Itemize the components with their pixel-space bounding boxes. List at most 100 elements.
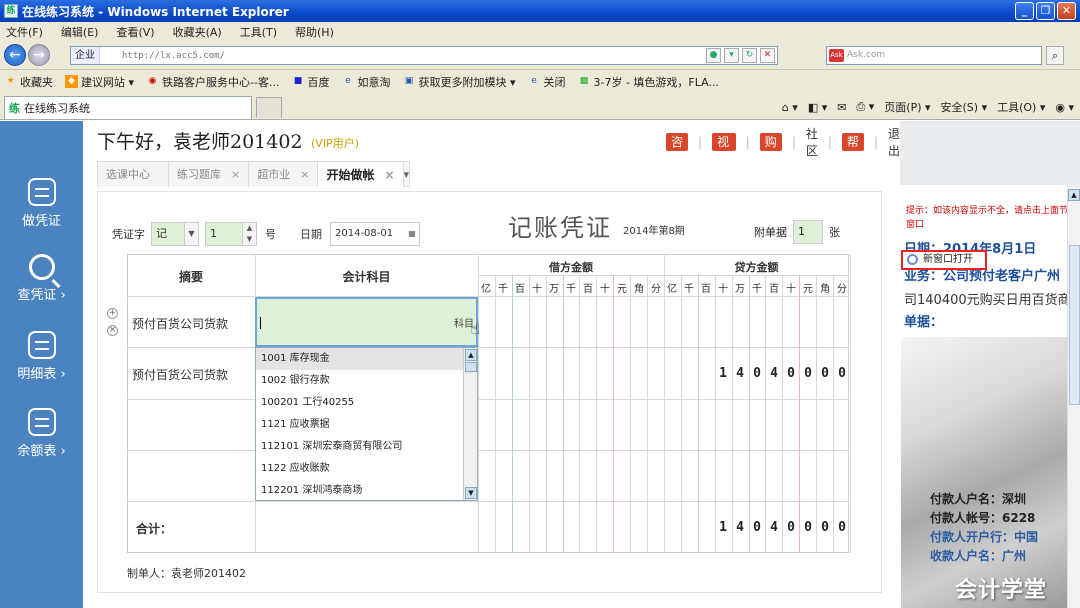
digit-header: 千 xyxy=(498,284,508,295)
menu-favorites[interactable]: 收藏夹(A) xyxy=(173,24,222,40)
close-icon[interactable]: × xyxy=(384,168,394,182)
dropdown-scrollbar[interactable]: ▲ ▼ xyxy=(463,348,477,500)
close-icon[interactable]: × xyxy=(300,168,309,181)
dropdown-icon[interactable]: ▾ xyxy=(724,48,739,63)
search-input[interactable]: Ask Ask.com xyxy=(826,46,1042,65)
scroll-down-icon[interactable]: ▼ xyxy=(465,487,477,499)
calendar-icon[interactable]: ▦ xyxy=(405,223,419,245)
print-icon[interactable]: ⎙ ▾ xyxy=(856,100,874,114)
dropdown-option[interactable]: 1122 应收账款 xyxy=(256,458,464,480)
account-edit-cell[interactable]: 科目 ☝ xyxy=(255,297,480,347)
grid-digit-line xyxy=(749,275,750,553)
account-dropdown[interactable]: 1001 库存现金 1002 银行存款 100201 工行40255 1121 … xyxy=(255,347,478,501)
fav-suggested-sites[interactable]: ◆ 建议网站 ▾ xyxy=(65,74,134,90)
support-button[interactable]: 咨询客服 xyxy=(666,133,689,197)
menu-help[interactable]: 帮助(H) xyxy=(295,24,334,40)
fav-baidu[interactable]: ■ 百度 xyxy=(291,74,330,90)
dropdown-option[interactable]: 1001 库存现金 xyxy=(256,348,464,370)
col-summary-header: 摘要 xyxy=(178,270,203,284)
sidebar-item-make-voucher[interactable]: 做凭证 xyxy=(0,178,83,229)
sidebar-item-query-voucher[interactable]: 查凭证 › xyxy=(0,254,83,303)
row1-summary[interactable]: 预付百货公司货款 xyxy=(132,315,228,332)
address-field[interactable]: 企业 http://lx.acc5.com/ ● ▾ ↻ ✕ xyxy=(70,46,778,65)
search-icon[interactable]: ⌕ xyxy=(1046,46,1064,65)
attachment-count: 附单据 1 张 xyxy=(754,220,840,244)
row2-credit-digit: 0 xyxy=(821,366,829,381)
refresh-icon[interactable]: ↻ xyxy=(742,48,757,63)
fav-game[interactable]: ▩ 3-7岁 - 填色游戏，FLA... xyxy=(578,74,719,90)
dropdown-option[interactable]: 1002 银行存款 xyxy=(256,370,464,392)
tab-question-bank[interactable]: 练习题库 × xyxy=(168,161,250,187)
minimize-button[interactable]: _ xyxy=(1015,2,1034,20)
fav-addons[interactable]: ▣ 获取更多附加模块 ▾ xyxy=(402,74,516,90)
dropdown-option[interactable]: 112201 深圳鸿泰商场 xyxy=(256,480,464,500)
home-icon[interactable]: ⌂ ▾ xyxy=(782,101,798,114)
stop-icon[interactable]: ✕ xyxy=(760,48,775,63)
voucher-word-select[interactable]: 记 ▼ xyxy=(151,222,199,246)
back-button[interactable]: ← xyxy=(4,44,26,66)
menu-file[interactable]: 文件(F) xyxy=(6,24,43,40)
menu-edit[interactable]: 编辑(E) xyxy=(61,24,99,40)
total-credit-digit: 0 xyxy=(787,520,795,535)
fav-close[interactable]: e 关闭 xyxy=(528,74,565,90)
voucher-title: 记账凭证 xyxy=(508,214,612,242)
col-account-header: 会计科目 xyxy=(342,270,391,284)
new-tab-button[interactable] xyxy=(256,97,282,118)
total-credit-digit: 4 xyxy=(736,520,744,535)
right-panel-scrollbar[interactable]: ▲ xyxy=(1067,185,1080,608)
logout-link[interactable]: 退出 xyxy=(888,125,900,159)
open-new-window-button[interactable]: 新窗口打开 xyxy=(901,250,987,270)
zone-selector[interactable]: 企业 xyxy=(71,47,100,64)
tab-supermarket[interactable]: 超市业 × xyxy=(248,161,319,187)
page-menu[interactable]: 页面(P) ▾ xyxy=(884,99,930,115)
mail-icon[interactable]: ✉ xyxy=(837,101,846,114)
fav-ruyitao[interactable]: e 如意淘 xyxy=(341,74,390,90)
grid-digit-line xyxy=(664,254,665,553)
digit-header: 角 xyxy=(820,284,830,295)
community-link[interactable]: 社区 xyxy=(806,125,818,159)
browser-tab[interactable]: 练 在线练习系统 xyxy=(4,96,252,119)
add-row-icon[interactable]: + xyxy=(107,308,118,319)
dropdown-option[interactable]: 112101 深圳宏泰商贸有限公司 xyxy=(256,436,464,458)
browser-tab-row: 练 在线练习系统 ⌂ ▾ ◧ ▾ ✉ ⎙ ▾ 页面(P) ▾ 安全(S) ▾ 工… xyxy=(0,93,1080,120)
maximize-button[interactable]: ❐ xyxy=(1036,2,1055,20)
menu-view[interactable]: 查看(V) xyxy=(116,24,154,40)
date-input[interactable]: 2014-08-01 ▦ xyxy=(330,222,420,246)
close-icon[interactable]: × xyxy=(231,168,240,181)
grid-digit-line xyxy=(782,275,783,553)
help-button[interactable]: 帮助 xyxy=(841,133,864,165)
compat-icon[interactable]: ● xyxy=(706,48,721,63)
tab-start-bookkeeping[interactable]: 开始做帐 × xyxy=(317,161,404,187)
delete-row-icon[interactable]: × xyxy=(107,325,118,336)
dropdown-option[interactable]: 1121 应收票据 xyxy=(256,414,464,436)
close-button[interactable]: ✕ xyxy=(1057,2,1076,20)
scroll-up-icon[interactable]: ▲ xyxy=(1068,189,1080,201)
scroll-thumb[interactable] xyxy=(465,362,477,372)
scroll-thumb[interactable] xyxy=(1069,245,1080,405)
photo-line: 收款人户名：广州 xyxy=(930,549,1027,563)
help-icon[interactable]: ◉ ▾ xyxy=(1055,101,1074,114)
grid-digit-line xyxy=(546,275,547,553)
page-tabs: 选课中心 练习题库 × 超市业 × 开始做帐 × ▾ xyxy=(97,161,411,187)
forward-button[interactable]: → xyxy=(28,44,50,66)
feeds-icon[interactable]: ◧ ▾ xyxy=(808,101,827,114)
video-button[interactable]: 视频教您体验真帐 xyxy=(712,133,736,261)
chevron-down-icon[interactable]: ▾ xyxy=(402,161,411,187)
favorites-button[interactable]: ★ 收藏夹 xyxy=(4,74,53,90)
buy-button[interactable]: 购买 xyxy=(759,133,782,165)
tab-course-center[interactable]: 选课中心 xyxy=(97,161,169,187)
sidebar-item-balance[interactable]: 余额表 › xyxy=(0,408,83,459)
attachment-input[interactable]: 1 xyxy=(793,220,823,244)
window-titlebar[interactable]: 练 在线练习系统 - Windows Internet Explorer _ ❐… xyxy=(0,0,1080,22)
safety-menu[interactable]: 安全(S) ▾ xyxy=(941,99,988,115)
digit-header: 分 xyxy=(837,284,847,295)
dropdown-option[interactable]: 100201 工行40255 xyxy=(256,392,464,414)
tools-menu[interactable]: 工具(O) ▾ xyxy=(997,99,1045,115)
scroll-up-icon[interactable]: ▲ xyxy=(465,349,477,361)
voucher-number-stepper[interactable]: 1 ▲ ▼ xyxy=(205,222,257,246)
stepper-icon[interactable]: ▲ ▼ xyxy=(242,223,256,245)
menu-tools[interactable]: 工具(T) xyxy=(240,24,277,40)
sidebar-item-detail[interactable]: 明细表 › xyxy=(0,331,83,382)
row2-summary[interactable]: 预付百货公司货款 xyxy=(132,366,228,383)
fav-railway[interactable]: ◉ 铁路客户服务中心--客... xyxy=(146,74,280,90)
